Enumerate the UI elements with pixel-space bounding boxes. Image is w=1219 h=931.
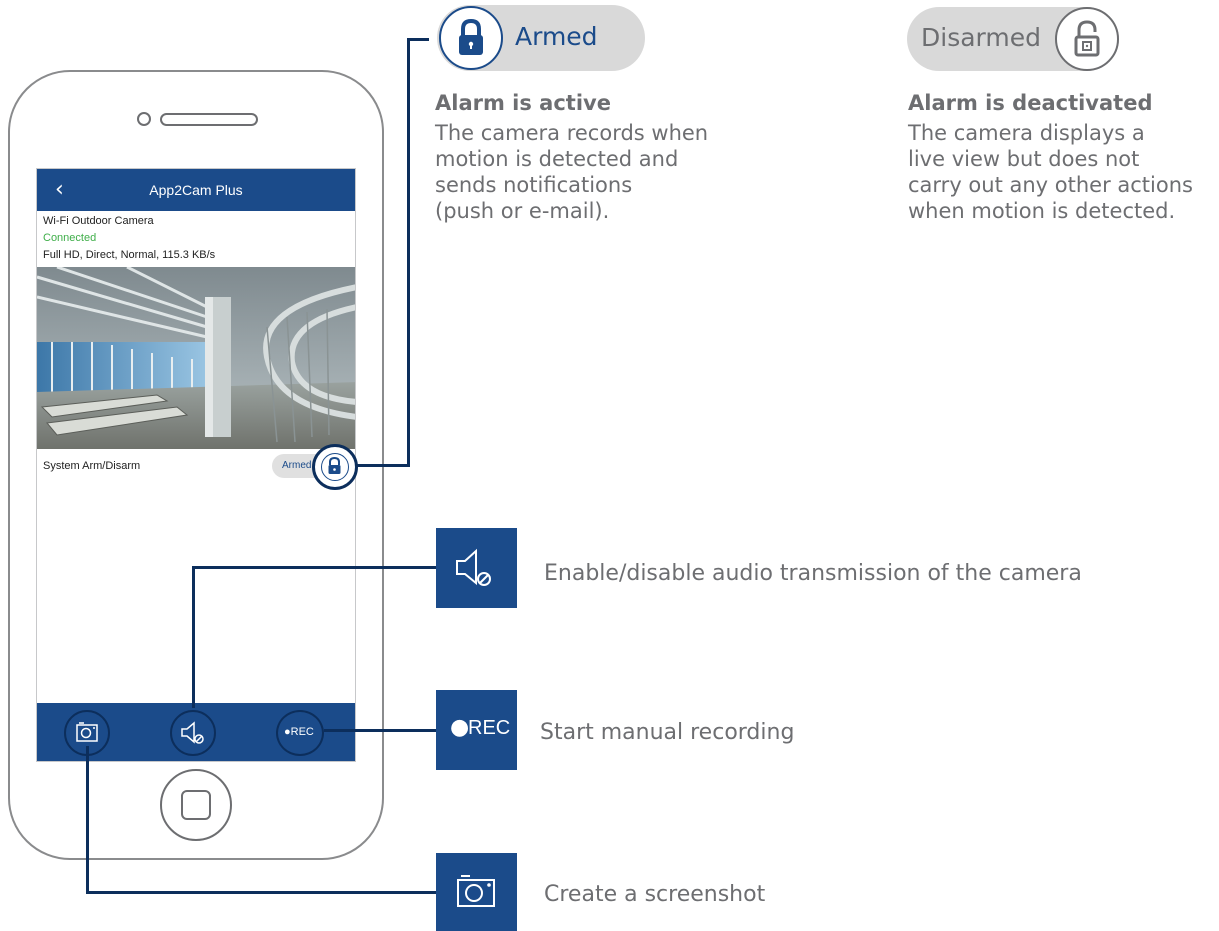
app-screen: ‹ App2Cam Plus Wi-Fi Outdoor Camera Conn… — [36, 168, 356, 762]
audio-callout-text: Enable/disable audio transmission of the… — [544, 561, 1082, 586]
connection-status: Connected — [43, 232, 97, 244]
armed-state-pill: Armed — [437, 5, 645, 71]
speaker-mute-icon — [181, 721, 204, 744]
camera-name: Wi-Fi Outdoor Camera — [43, 215, 154, 227]
front-camera — [137, 112, 151, 126]
connector-shot-h — [86, 891, 436, 894]
lock-closed-icon — [459, 18, 483, 55]
home-button[interactable] — [160, 769, 232, 841]
disarmed-state-pill: Disarmed — [907, 7, 1119, 71]
arm-lock-highlight[interactable] — [312, 444, 358, 490]
lock-open-icon — [1074, 20, 1100, 57]
connector-audio-h — [192, 566, 436, 569]
record-label: ●REC — [284, 726, 314, 738]
record-button[interactable]: ●REC — [276, 710, 324, 756]
disarmed-pill-label: Disarmed — [921, 23, 1041, 52]
connector-arm-vert — [407, 38, 410, 467]
connector-shot-v — [86, 746, 89, 894]
disarmed-title: Alarm is deactivated — [908, 91, 1153, 115]
app-header: ‹ App2Cam Plus — [37, 169, 355, 211]
arm-toggle-label: Armed — [282, 460, 312, 471]
armed-pill-label: Armed — [515, 22, 598, 51]
stream-info: Full HD, Direct, Normal, 115.3 KB/s — [43, 249, 216, 261]
connector-arm — [356, 464, 410, 467]
arm-row-label: System Arm/Disarm — [43, 460, 141, 472]
rec-callout-text: Start manual recording — [540, 720, 795, 745]
armed-description: The camera records when motion is detect… — [435, 121, 709, 223]
disarmed-description: The camera displays a live view but does… — [908, 121, 1193, 223]
rec-legend-label: REC — [468, 717, 511, 739]
speaker-mute-icon — [456, 548, 491, 586]
connector-rec — [324, 729, 436, 732]
camera-live-view[interactable] — [37, 267, 355, 449]
camera-icon — [457, 875, 495, 907]
audio-toggle-button[interactable] — [170, 710, 216, 756]
audio-legend-box — [436, 528, 517, 608]
connector-arm-top — [407, 38, 429, 41]
speaker-grille — [160, 113, 258, 126]
screenshot-callout-text: Create a screenshot — [544, 882, 766, 907]
armed-title: Alarm is active — [435, 91, 611, 115]
connector-audio-v — [192, 566, 195, 708]
bottom-toolbar: ●REC — [37, 703, 355, 761]
screenshot-legend-box — [436, 853, 517, 931]
app-title: App2Cam Plus — [149, 182, 243, 198]
lock-icon — [328, 456, 341, 474]
rec-legend-box: ● REC — [436, 690, 517, 770]
